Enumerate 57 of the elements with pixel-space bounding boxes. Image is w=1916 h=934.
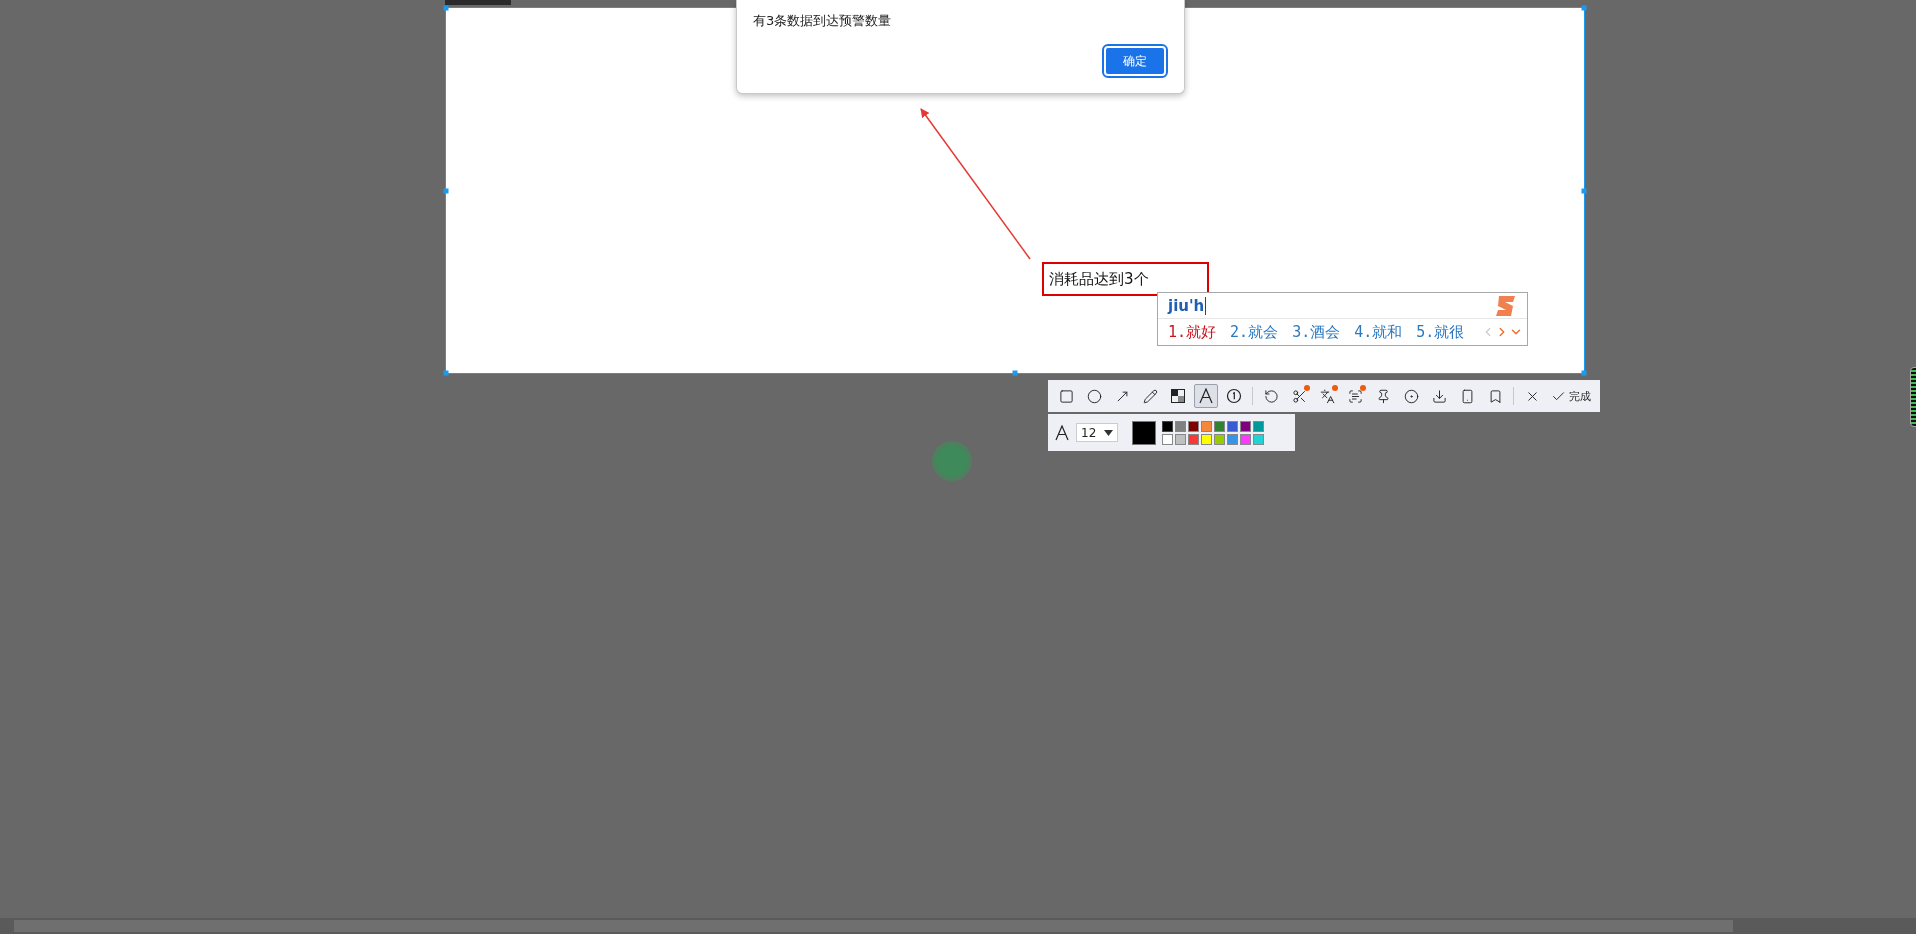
ime-candidate[interactable]: 4.就和 [1354,322,1403,342]
color-swatch[interactable] [1227,433,1238,445]
annotation-text: 消耗品达到3个 [1049,269,1149,289]
ime-candidate[interactable]: 3.酒会 [1292,322,1341,342]
pin-icon [1375,388,1391,404]
color-swatch[interactable] [1227,420,1238,432]
color-swatch[interactable] [1201,420,1212,432]
done-button[interactable]: 完成 [1548,384,1594,408]
color-swatch[interactable] [1175,420,1186,432]
ime-input-text: jiu'h [1168,296,1207,315]
confirm-button[interactable]: 确定 [1104,46,1166,76]
pencil-icon [1142,388,1158,404]
notification-dot [1304,385,1310,391]
color-swatch[interactable] [1188,433,1199,445]
color-swatch[interactable] [1201,433,1212,445]
record-icon [1403,388,1419,404]
color-swatch[interactable] [1253,420,1264,432]
notification-dot [1360,385,1366,391]
scissors-icon [1291,388,1307,404]
resize-handle[interactable] [443,370,449,376]
color-swatch[interactable] [1214,433,1225,445]
text-icon [1054,424,1070,441]
resize-handle[interactable] [1581,5,1587,11]
ime-candidate[interactable]: 5.就很 [1416,322,1465,342]
text-icon [1198,388,1214,404]
resize-handle[interactable] [443,188,449,193]
download-icon [1431,388,1447,404]
scan-text-icon [1347,388,1363,404]
resize-handle[interactable] [1012,370,1018,376]
caret-icon [1104,429,1113,436]
color-swatch[interactable] [1162,433,1173,445]
ime-candidate[interactable]: 1.就好 [1168,322,1217,342]
bookmark-icon [1487,388,1503,404]
color-swatch[interactable] [1162,420,1173,432]
color-swatch[interactable] [1214,420,1225,432]
translate-icon [1319,388,1335,404]
current-color[interactable] [1132,420,1156,445]
mosaic-icon [1171,389,1185,403]
resize-handle[interactable] [443,5,449,11]
numbered-marker-icon [1226,388,1242,404]
resize-handle[interactable] [1581,188,1587,193]
phone-icon [1459,388,1475,404]
rectangle-icon [1058,388,1074,404]
font-size-select[interactable]: 12 [1076,423,1118,442]
tool-button[interactable] [1194,384,1218,408]
ime-candidate[interactable]: 2.就会 [1230,322,1279,342]
notification-dot [1332,385,1338,391]
cursor-highlight [932,441,972,481]
resize-handle[interactable] [1581,370,1587,376]
color-swatch[interactable] [1253,433,1264,445]
color-swatch[interactable] [1175,433,1186,445]
color-swatch[interactable] [1188,420,1199,432]
color-swatch[interactable] [1240,433,1251,445]
circle-icon [1086,388,1102,404]
color-swatch[interactable] [1240,420,1251,432]
alert-message: 有3条数据到达预警数量 [753,12,893,30]
undo-icon [1263,388,1279,404]
